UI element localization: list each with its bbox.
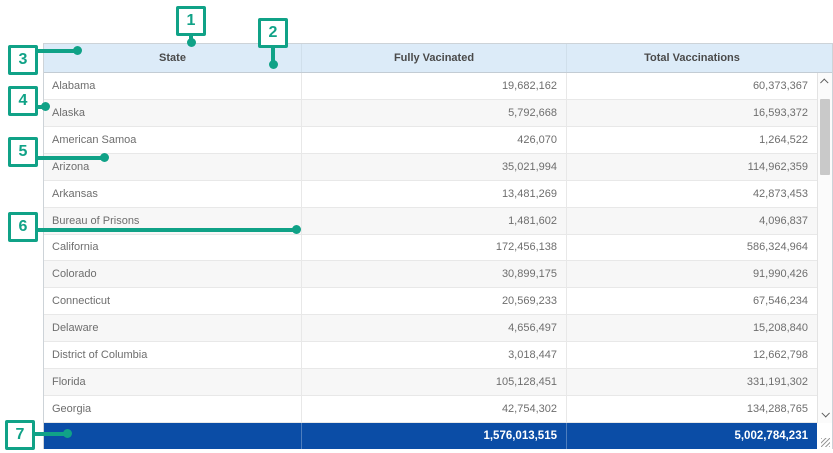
- total-vaccinations-cell: 12,662,798: [566, 342, 817, 368]
- total-vaccinations-cell: 15,208,840: [566, 315, 817, 341]
- fully-vaccinated-cell: 5,792,668: [301, 100, 566, 126]
- annotation-marker-4-dot: [41, 102, 50, 111]
- scroll-up-button[interactable]: [818, 75, 832, 89]
- fully-vaccinated-cell: 426,070: [301, 127, 566, 153]
- total-vaccinations-cell: 60,373,367: [566, 73, 817, 99]
- table-row[interactable]: Alaska5,792,66816,593,372: [44, 100, 817, 127]
- fully-vaccinated-cell: 1,481,602: [301, 208, 566, 234]
- scrollbar-thumb[interactable]: [820, 99, 830, 175]
- annotation-marker-2-dot: [269, 60, 278, 69]
- totals-row: 1,576,013,515 5,002,784,231: [44, 423, 832, 449]
- state-cell: Connecticut: [44, 288, 301, 314]
- state-cell: Delaware: [44, 315, 301, 341]
- table-row[interactable]: Georgia42,754,302134,288,765: [44, 396, 817, 423]
- total-vaccinations-cell: 16,593,372: [566, 100, 817, 126]
- table-row[interactable]: Delaware4,656,49715,208,840: [44, 315, 817, 342]
- fully-vaccinated-cell: 42,754,302: [301, 396, 566, 422]
- table-row[interactable]: Arizona35,021,994114,962,359: [44, 154, 817, 181]
- annotation-marker-5-line: [36, 156, 105, 160]
- column-header-total-vaccinations[interactable]: Total Vaccinations: [566, 44, 817, 72]
- resize-grip-icon: [821, 438, 830, 447]
- annotation-marker-7: 7: [5, 420, 35, 450]
- state-cell: Florida: [44, 369, 301, 395]
- annotation-marker-6-line: [36, 228, 297, 232]
- scroll-down-button[interactable]: [818, 407, 832, 421]
- table-body: Alabama19,682,16260,373,367Alaska5,792,6…: [44, 73, 817, 423]
- state-cell: California: [44, 235, 301, 261]
- table-row[interactable]: Connecticut20,569,23367,546,234: [44, 288, 817, 315]
- table-row[interactable]: Florida105,128,451331,191,302: [44, 369, 817, 396]
- fully-vaccinated-cell: 35,021,994: [301, 154, 566, 180]
- table-row[interactable]: Arkansas13,481,26942,873,453: [44, 181, 817, 208]
- totals-total-vaccinations: 5,002,784,231: [566, 423, 817, 449]
- annotation-marker-7-dot: [63, 429, 72, 438]
- annotation-marker-5-dot: [100, 153, 109, 162]
- table-row[interactable]: California172,456,138586,324,964: [44, 235, 817, 262]
- state-cell: American Samoa: [44, 127, 301, 153]
- total-vaccinations-cell: 114,962,359: [566, 154, 817, 180]
- state-cell: Colorado: [44, 261, 301, 287]
- totals-fully-vaccinated: 1,576,013,515: [301, 423, 566, 449]
- annotation-marker-2: 2: [258, 18, 288, 48]
- fully-vaccinated-cell: 4,656,497: [301, 315, 566, 341]
- annotated-table-screenshot: State Fully Vacinated Total Vaccinations…: [0, 0, 833, 453]
- fully-vaccinated-cell: 13,481,269: [301, 181, 566, 207]
- annotation-marker-4: 4: [8, 86, 38, 116]
- table-row[interactable]: District of Columbia3,018,44712,662,798: [44, 342, 817, 369]
- totals-row-bar: 1,576,013,515 5,002,784,231: [44, 423, 817, 449]
- fully-vaccinated-cell: 172,456,138: [301, 235, 566, 261]
- state-cell: Arkansas: [44, 181, 301, 207]
- total-vaccinations-cell: 1,264,522: [566, 127, 817, 153]
- annotation-marker-1-dot: [187, 38, 196, 47]
- state-cell: District of Columbia: [44, 342, 301, 368]
- fully-vaccinated-cell: 30,899,175: [301, 261, 566, 287]
- state-cell: Georgia: [44, 396, 301, 422]
- table-row[interactable]: Alabama19,682,16260,373,367: [44, 73, 817, 100]
- totals-state-cell: [44, 423, 301, 449]
- table-row[interactable]: American Samoa426,0701,264,522: [44, 127, 817, 154]
- total-vaccinations-cell: 586,324,964: [566, 235, 817, 261]
- annotation-marker-3-dot: [73, 46, 82, 55]
- annotation-marker-5: 5: [8, 137, 38, 167]
- total-vaccinations-cell: 67,546,234: [566, 288, 817, 314]
- column-header-state[interactable]: State: [44, 44, 301, 72]
- annotation-marker-3: 3: [8, 45, 38, 75]
- fully-vaccinated-cell: 105,128,451: [301, 369, 566, 395]
- total-vaccinations-cell: 4,096,837: [566, 208, 817, 234]
- data-table: State Fully Vacinated Total Vaccinations…: [43, 43, 833, 449]
- annotation-marker-3-line: [36, 49, 78, 53]
- annotation-marker-6: 6: [8, 212, 38, 242]
- annotation-marker-6-dot: [292, 225, 301, 234]
- table-row[interactable]: Colorado30,899,17591,990,426: [44, 261, 817, 288]
- column-header-fully-vaccinated[interactable]: Fully Vacinated: [301, 44, 566, 72]
- totals-row-corner: [817, 423, 832, 449]
- annotation-marker-1: 1: [176, 6, 206, 36]
- chevron-down-icon: [821, 409, 829, 417]
- fully-vaccinated-cell: 20,569,233: [301, 288, 566, 314]
- total-vaccinations-cell: 42,873,453: [566, 181, 817, 207]
- total-vaccinations-cell: 331,191,302: [566, 369, 817, 395]
- chevron-up-icon: [820, 78, 828, 86]
- fully-vaccinated-cell: 3,018,447: [301, 342, 566, 368]
- state-cell: Alabama: [44, 73, 301, 99]
- total-vaccinations-cell: 91,990,426: [566, 261, 817, 287]
- total-vaccinations-cell: 134,288,765: [566, 396, 817, 422]
- state-cell: Alaska: [44, 100, 301, 126]
- vertical-scrollbar[interactable]: [817, 73, 832, 423]
- table-header: State Fully Vacinated Total Vaccinations: [44, 44, 832, 73]
- fully-vaccinated-cell: 19,682,162: [301, 73, 566, 99]
